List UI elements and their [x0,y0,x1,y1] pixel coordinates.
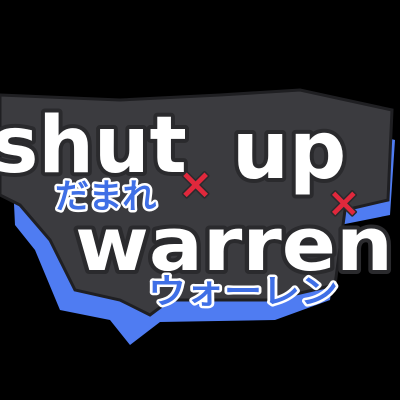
logo-stage: shut up だまれ × × warren ウォーレン [0,0,400,400]
cross-mark-left: × [178,159,213,208]
shut-up-warren-logo: shut up だまれ × × warren ウォーレン [0,88,397,345]
logo-jp-woren: ウォーレン [148,272,338,312]
